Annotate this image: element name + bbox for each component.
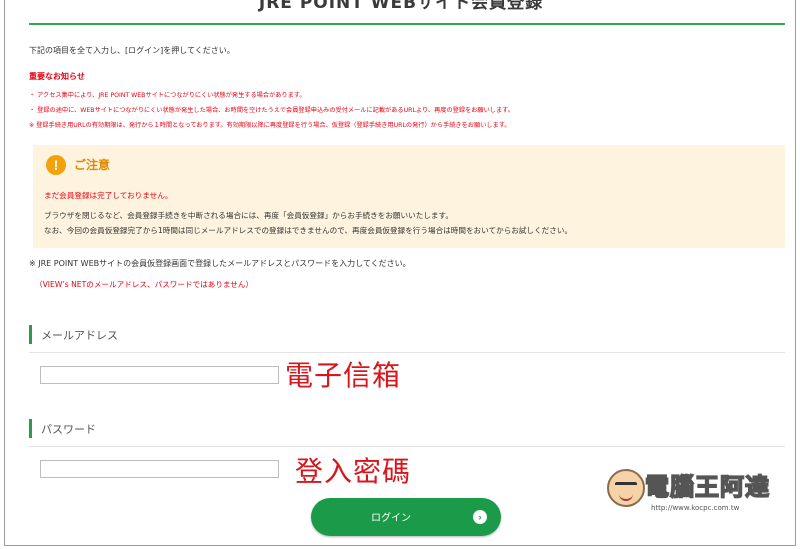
email-section-header: メールアドレス [29, 323, 785, 353]
credentials-note: ※ JRE POINT WEBサイトの会員仮登録画面で登録したメールアドレスとパ… [29, 259, 411, 268]
password-field[interactable] [40, 460, 279, 478]
caution-line: ブラウザを閉じるなど、会員登録手続きを中断される場合には、再度「会員仮登録」から… [44, 211, 453, 220]
notice-line: ※ 登録手続き用URLの有効期限は、発行から１時間となっております。有効期限以降… [29, 122, 511, 129]
caution-line: なお、今回の会員仮登録完了から1時間は同じメールアドレスでの登録はできませんので… [44, 226, 573, 235]
intro-text: 下記の項目を全て入力し、[ログイン]を押してください。 [29, 46, 235, 55]
registration-page: JRE POINT WEBサイト会員登録 下記の項目を全て入力し、[ログイン]を… [4, 0, 796, 546]
password-annotation: 登入密碼 [295, 455, 412, 488]
notice-line: ・ 登録の途中に、WEBサイトにつながりにくい状態が発生した場合、お時間を空けた… [29, 107, 514, 114]
watermark-logo-text: 電腦王阿達 [644, 472, 770, 502]
notice-line: ・ アクセス集中により、JRE POINT WEBサイトにつながりにくい状態が発… [29, 92, 306, 99]
title-divider [29, 23, 785, 25]
credentials-note-warning: （VIEW’s NETのメールアドレス、パスワードではありません） [35, 280, 254, 289]
email-annotation: 電子信箱 [285, 359, 402, 392]
password-label: パスワード [41, 423, 96, 436]
notice-heading: 重要なお知らせ [29, 72, 85, 81]
caution-box: ! ご注意 まだ会員登録は完了しておりません。 ブラウザを閉じるなど、会員登録手… [33, 145, 785, 248]
caution-warning: まだ会員登録は完了しておりません。 [44, 191, 173, 200]
section-marker [29, 325, 32, 344]
login-button[interactable]: ログイン › [311, 498, 501, 536]
caution-title: ご注意 [74, 158, 111, 172]
page-title: JRE POINT WEBサイト会員登録 [258, 0, 544, 13]
password-section-header: パスワード [29, 417, 785, 447]
email-field[interactable] [40, 366, 279, 384]
section-marker [29, 419, 32, 438]
exclamation-icon: ! [46, 155, 66, 175]
email-label: メールアドレス [41, 329, 118, 342]
mascot-face-icon [607, 469, 645, 507]
chevron-right-icon: › [473, 510, 487, 524]
watermark-url: http://www.kocpc.com.tw [651, 504, 740, 512]
watermark: 電腦王阿達 http://www.kocpc.com.tw [603, 463, 773, 519]
login-button-label: ログイン [371, 513, 411, 524]
